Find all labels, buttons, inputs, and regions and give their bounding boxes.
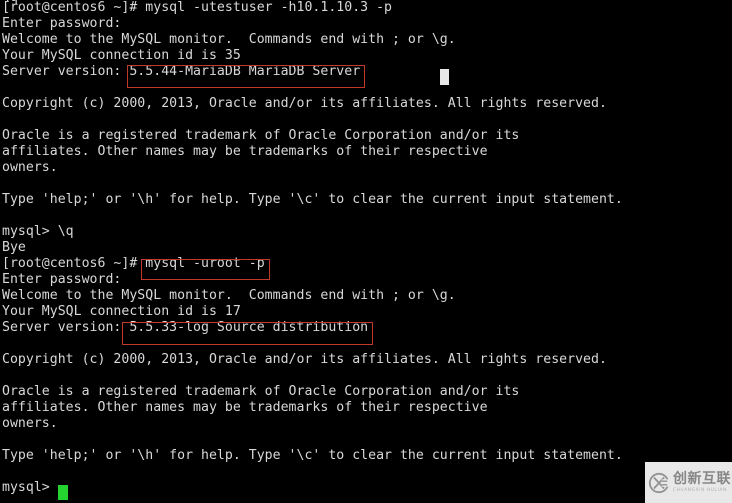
terminal-line: Type 'help;' or '\h' for help. Type '\c'…	[2, 448, 623, 463]
terminal-line: Oracle is a registered trademark of Orac…	[2, 128, 520, 143]
terminal-line: owners.	[2, 416, 58, 431]
watermark-title: 创新互联	[673, 471, 731, 488]
terminal-line: Server version: 5.5.33-log Source distri…	[2, 320, 369, 335]
terminal-line: mysql> \q	[2, 224, 74, 239]
terminal-line: Welcome to the MySQL monitor. Commands e…	[2, 32, 456, 47]
inactive-block-cursor	[440, 69, 449, 85]
terminal-screenshot: \q [root@centos6 ~]# mysql -utestuser -h…	[0, 0, 732, 503]
watermark-subtitle: CHUANGXIN HULIAN	[673, 487, 727, 493]
terminal-line: mysql>	[2, 480, 50, 495]
terminal-line: Your MySQL connection id is 35	[2, 48, 241, 63]
terminal-line: affiliates. Other names may be trademark…	[2, 400, 488, 415]
terminal-line: [root@centos6 ~]# mysql -utestuser -h10.…	[2, 0, 393, 15]
terminal-line: Oracle is a registered trademark of Orac…	[2, 384, 520, 399]
terminal-line: Server version: 5.5.44-MariaDB MariaDB S…	[2, 64, 361, 79]
terminal-line: Enter password:	[2, 272, 122, 287]
watermark-overlay: 创新互联 CHUANGXIN HULIAN	[645, 462, 732, 503]
terminal-line: owners.	[2, 160, 58, 175]
terminal-line: [root@centos6 ~]# mysql -uroot -p	[2, 256, 265, 271]
terminal-line: Copyright (c) 2000, 2013, Oracle and/or …	[2, 352, 607, 367]
terminal-line: Your MySQL connection id is 17	[2, 304, 241, 319]
terminal-line: Bye	[2, 240, 26, 255]
terminal-line: Welcome to the MySQL monitor. Commands e…	[2, 288, 456, 303]
prompt-block-cursor	[58, 485, 68, 500]
terminal-line: Copyright (c) 2000, 2013, Oracle and/or …	[2, 96, 607, 111]
watermark-text: 创新互联 CHUANGXIN HULIAN	[673, 472, 731, 492]
terminal-line: Type 'help;' or '\h' for help. Type '\c'…	[2, 192, 623, 207]
terminal-line: Enter password:	[2, 16, 122, 31]
terminal-window[interactable]: \q [root@centos6 ~]# mysql -utestuser -h…	[0, 0, 732, 503]
circle-x-logo-icon	[648, 472, 670, 493]
terminal-line: affiliates. Other names may be trademark…	[2, 144, 488, 159]
